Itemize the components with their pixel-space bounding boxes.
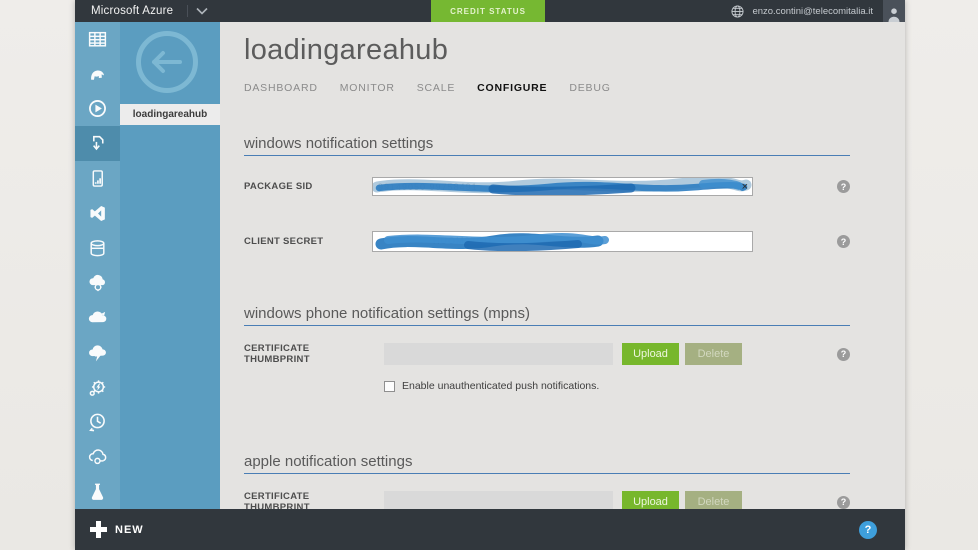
unauthenticated-push-label: Enable unauthenticated push notification… xyxy=(402,380,599,392)
unauthenticated-push-row: Enable unauthenticated push notification… xyxy=(384,380,850,392)
hdinsight-elephant-icon[interactable] xyxy=(75,57,120,92)
mpns-thumbprint-row: CERTIFICATE THUMBPRINT Upload Delete ? xyxy=(244,343,850,365)
certificate-thumbprint-label: CERTIFICATE THUMBPRINT xyxy=(244,491,372,509)
section-title-mpns: windows phone notification settings (mpn… xyxy=(244,305,850,322)
brand-title: Microsoft Azure xyxy=(91,5,173,17)
new-button[interactable]: NEW xyxy=(90,521,144,538)
scheduler-icon[interactable] xyxy=(75,405,120,440)
package-sid-label: PACKAGE SID xyxy=(244,181,372,192)
client-secret-label: CLIENT SECRET xyxy=(244,236,372,247)
credit-status-button[interactable]: CREDIT STATUS xyxy=(431,0,545,22)
tab-debug[interactable]: DEBUG xyxy=(569,82,610,93)
tab-configure[interactable]: CONFIGURE xyxy=(477,82,547,93)
package-sid-input[interactable]: 99149050 99758491 × xyxy=(372,177,753,196)
apple-delete-button[interactable]: Delete xyxy=(685,491,742,509)
help-icon[interactable]: ? xyxy=(837,235,850,248)
package-sid-row: PACKAGE SID 99149050 99758491 × ? xyxy=(244,177,850,196)
client-secret-row: CLIENT SECRET HUOM27GU ? xyxy=(244,231,850,252)
tab-bar: DASHBOARD MONITOR SCALE CONFIGURE DEBUG xyxy=(244,82,850,93)
avatar[interactable] xyxy=(883,0,905,22)
section-rule xyxy=(244,325,850,326)
section-rule xyxy=(244,473,850,474)
left-nav-icon-strip xyxy=(75,22,120,509)
mpns-upload-button[interactable]: Upload xyxy=(622,343,679,365)
media-services-icon[interactable] xyxy=(75,92,120,127)
section-rule xyxy=(244,155,850,156)
stream-analytics-icon[interactable] xyxy=(75,335,120,370)
topbar-user-area: enzo.contini@telecomitalia.it xyxy=(731,0,905,22)
tab-dashboard[interactable]: DASHBOARD xyxy=(244,82,318,93)
client-secret-input[interactable]: HUOM27GU xyxy=(372,231,753,252)
bottom-command-bar: NEW ? xyxy=(75,509,905,550)
subnav-item-loadingareahub[interactable]: loadingareahub xyxy=(120,104,220,125)
divider xyxy=(187,5,188,17)
chevron-down-icon[interactable] xyxy=(196,7,208,15)
notification-hubs-icon[interactable] xyxy=(75,126,120,161)
plus-icon xyxy=(90,521,107,538)
help-button[interactable]: ? xyxy=(859,521,877,539)
redaction-scribble xyxy=(373,232,752,252)
azure-portal-window: Microsoft Azure CREDIT STATUS enzo.conti… xyxy=(75,0,905,550)
section-title-windows: windows notification settings xyxy=(244,135,850,152)
storage-icon[interactable] xyxy=(75,231,120,266)
unauthenticated-push-checkbox[interactable] xyxy=(384,381,395,392)
mpns-thumbprint-input[interactable] xyxy=(384,343,613,365)
apple-thumbprint-input[interactable] xyxy=(384,491,613,509)
apple-thumbprint-row: CERTIFICATE THUMBPRINT Upload Delete ? xyxy=(244,491,850,509)
redaction-scribble xyxy=(373,178,752,196)
apps-grid-icon[interactable] xyxy=(75,22,120,57)
biztalk-services-icon[interactable] xyxy=(75,300,120,335)
globe-icon[interactable] xyxy=(731,5,744,18)
machine-learning-flask-icon[interactable] xyxy=(75,474,120,509)
mpns-delete-button[interactable]: Delete xyxy=(685,343,742,365)
page-title: loadingareahub xyxy=(244,35,850,65)
user-email[interactable]: enzo.contini@telecomitalia.it xyxy=(752,6,873,17)
certificate-thumbprint-label: CERTIFICATE THUMBPRINT xyxy=(244,343,372,365)
top-bar: Microsoft Azure CREDIT STATUS enzo.conti… xyxy=(75,0,905,22)
tab-scale[interactable]: SCALE xyxy=(417,82,455,93)
back-button[interactable] xyxy=(136,31,198,93)
section-title-apple: apple notification settings xyxy=(244,453,850,470)
automation-icon[interactable] xyxy=(75,370,120,405)
apple-upload-button[interactable]: Upload xyxy=(622,491,679,509)
tab-monitor[interactable]: MONITOR xyxy=(340,82,395,93)
cloud-services-icon[interactable] xyxy=(75,265,120,300)
mobile-services-icon[interactable] xyxy=(75,161,120,196)
main-content: loadingareahub DASHBOARD MONITOR SCALE C… xyxy=(220,22,905,509)
clear-input-icon[interactable]: × xyxy=(742,179,748,195)
backup-icon[interactable] xyxy=(75,439,120,474)
new-button-label: NEW xyxy=(115,524,144,536)
secondary-nav-panel: loadingareahub xyxy=(120,22,220,509)
help-icon[interactable]: ? xyxy=(837,180,850,193)
help-icon[interactable]: ? xyxy=(837,496,850,509)
visual-studio-icon[interactable] xyxy=(75,196,120,231)
help-icon[interactable]: ? xyxy=(837,348,850,361)
